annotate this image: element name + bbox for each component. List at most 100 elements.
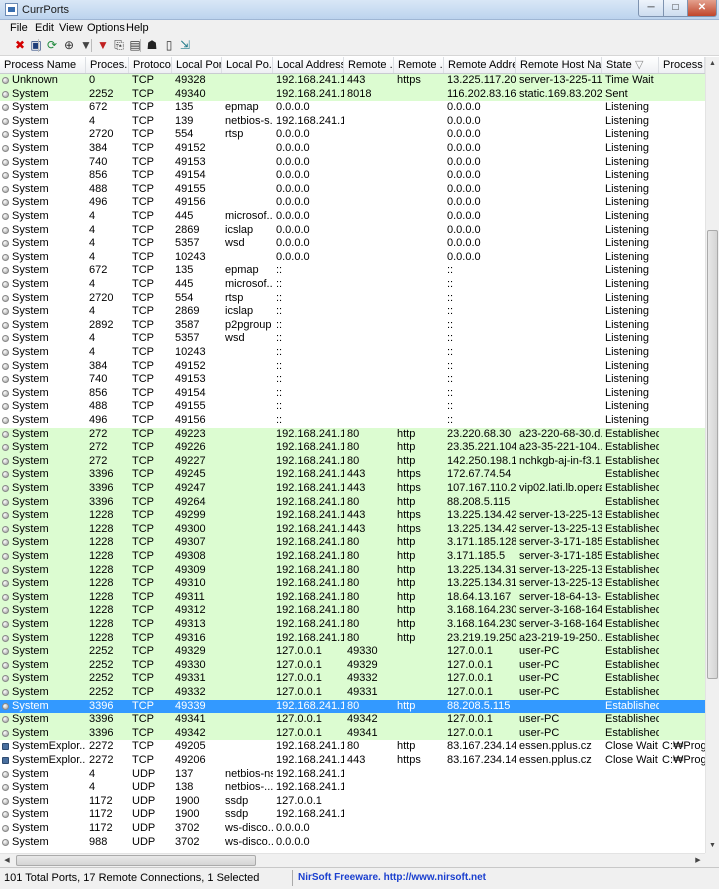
copy-icon[interactable]: ⎘: [112, 38, 126, 52]
save-icon[interactable]: ▣: [29, 38, 43, 52]
table-row[interactable]: System 1172 UDP 3702 ws-disco... 0.0.0.0: [0, 822, 705, 836]
table-row[interactable]: System 856 TCP 49154:::: Listening: [0, 387, 705, 401]
column-header-remote-port-name[interactable]: Remote ...: [394, 57, 444, 73]
table-row[interactable]: System 496 TCP 49156 0.0.0.0 0.0.0.0 Listening: [0, 196, 705, 210]
vertical-scrollbar[interactable]: ▲ ▼: [705, 57, 719, 853]
table-row[interactable]: System 3396 TCP 49245 192.168.241.1...443 htt…: [0, 468, 705, 482]
table-row[interactable]: System 1228 TCP 49308 192.168.241.1...80 http…: [0, 550, 705, 564]
menu-view[interactable]: View: [59, 22, 83, 34]
cell-process-id: 856: [89, 169, 108, 182]
table-row[interactable]: System 488 TCP 49155:::: Listening: [0, 400, 705, 414]
refresh-icon[interactable]: ⟳: [45, 38, 59, 52]
table-row[interactable]: System 4 TCP 445 microsof...:::: Listening: [0, 278, 705, 292]
menu-file[interactable]: File: [10, 22, 28, 34]
table-row[interactable]: System 2252 TCP 49331 127.0.0.1 49332 127.0.0.…: [0, 672, 705, 686]
horizontal-scroll-thumb[interactable]: [16, 855, 256, 866]
table-row[interactable]: SystemExplor... 2272 TCP 49205 192.168.241.1…: [0, 740, 705, 754]
column-header-remote-port[interactable]: Remote ...: [344, 57, 394, 73]
table-row[interactable]: System 4 UDP 138 netbios-...192.168.241.1...: [0, 781, 705, 795]
cell-process-name: System: [12, 291, 49, 304]
minimize-button[interactable]: ─: [638, 0, 664, 17]
table-row[interactable]: System 1228 TCP 49309 192.168.241.1...80 http…: [0, 563, 705, 578]
menu-edit[interactable]: Edit: [35, 22, 54, 34]
table-row[interactable]: System 3396 TCP 49264 192.168.241.1...80 http…: [0, 495, 705, 510]
close-button[interactable]: ✕: [687, 0, 717, 17]
table-row[interactable]: System 2892 TCP 3587 p2pgroup:::: Listening: [0, 319, 705, 333]
column-header-process-id[interactable]: Proces...: [86, 57, 129, 73]
ports-list[interactable]: Process Name Proces... Protocol Local Po…: [0, 57, 705, 853]
scroll-up-icon[interactable]: ▲: [706, 57, 719, 71]
table-row[interactable]: System 4 TCP 5357 wsd 0.0.0.0 0.0.0.0 Listening: [0, 237, 705, 251]
column-header-protocol[interactable]: Protocol: [129, 57, 172, 73]
table-row[interactable]: System 4 TCP 139 netbios-s...192.168.241.1..…: [0, 115, 705, 129]
column-header-state[interactable]: State ▽: [602, 57, 659, 73]
table-row[interactable]: System 2252 TCP 49330 127.0.0.1 49329 127.0.0.…: [0, 658, 705, 673]
table-row[interactable]: System 740 TCP 49153 0.0.0.0 0.0.0.0 Listening: [0, 156, 705, 170]
column-header-remote-address[interactable]: Remote Address: [444, 57, 516, 73]
cell-remote-host: user-PC: [519, 713, 560, 726]
table-row[interactable]: System 1228 TCP 49300 192.168.241.1...443 htt…: [0, 522, 705, 537]
table-row[interactable]: System 1228 TCP 49307 192.168.241.1...80 http…: [0, 536, 705, 550]
table-row[interactable]: System 988 UDP 3702 ws-disco... 0.0.0.0: [0, 836, 705, 850]
table-row[interactable]: System 1172 UDP 1900 ssdp 127.0.0.1: [0, 795, 705, 809]
maximize-button[interactable]: □: [663, 0, 688, 17]
table-row[interactable]: System 1228 TCP 49312 192.168.241.1...80 http…: [0, 604, 705, 618]
table-row[interactable]: System 3396 TCP 49342 127.0.0.1 49341 127.0.0.…: [0, 726, 705, 741]
table-row[interactable]: System 4 TCP 10243 0.0.0.0 0.0.0.0 Listening: [0, 251, 705, 265]
find-icon[interactable]: ☗: [145, 38, 159, 52]
table-row[interactable]: System 2720 TCP 554 rtsp:::: Listening: [0, 292, 705, 306]
column-header-local-port[interactable]: Local Port: [172, 57, 222, 73]
report-icon[interactable]: ▯: [162, 38, 176, 52]
column-header-process-name[interactable]: Process Name: [0, 57, 86, 73]
table-row[interactable]: System 2252 TCP 49332 127.0.0.1 49331 127.0.0.…: [0, 686, 705, 700]
table-row[interactable]: System 272 TCP 49223 192.168.241.1...80 http 2…: [0, 427, 705, 442]
column-header-remote-host[interactable]: Remote Host Name: [516, 57, 602, 73]
table-row[interactable]: System 4 TCP 5357 wsd:::: Listening: [0, 332, 705, 346]
column-header-local-address[interactable]: Local Address: [273, 57, 344, 73]
properties-icon[interactable]: ⊕: [62, 38, 76, 52]
scroll-left-icon[interactable]: ◀: [0, 854, 14, 867]
table-row[interactable]: Unknown 0 TCP 49328 192.168.241.1...443 https…: [0, 74, 705, 88]
table-row[interactable]: System 272 TCP 49227 192.168.241.1...80 http 1…: [0, 454, 705, 469]
table-row[interactable]: System 2720 TCP 554 rtsp 0.0.0.0 0.0.0.0 Listen…: [0, 128, 705, 142]
menu-options[interactable]: Options: [87, 22, 125, 34]
table-row[interactable]: System 1228 TCP 49299 192.168.241.1...443 htt…: [0, 509, 705, 523]
table-row[interactable]: System 856 TCP 49154 0.0.0.0 0.0.0.0 Listening: [0, 169, 705, 183]
table-row[interactable]: System 740 TCP 49153:::: Listening: [0, 373, 705, 387]
table-row[interactable]: System 4 TCP 10243:::: Listening: [0, 346, 705, 360]
filter-off-icon[interactable]: ▼: [96, 38, 110, 52]
table-row[interactable]: System 384 TCP 49152:::: Listening: [0, 360, 705, 374]
nirsoft-link[interactable]: NirSoft Freeware. http://www.nirsoft.net: [298, 872, 486, 883]
table-row[interactable]: System 1228 TCP 49316 192.168.241.1...80 http…: [0, 631, 705, 646]
table-row[interactable]: System 4 UDP 137 netbios-ns192.168.241.1...: [0, 768, 705, 782]
table-row[interactable]: System 1228 TCP 49313 192.168.241.1...80 http…: [0, 618, 705, 632]
scroll-down-icon[interactable]: ▼: [706, 839, 719, 853]
table-row-selected[interactable]: System 3396 TCP 49339 192.168.241.1...80 http…: [0, 699, 705, 714]
column-header-process-path[interactable]: Process P: [659, 57, 705, 73]
table-row[interactable]: System 4 TCP 445 microsof... 0.0.0.0 0.0.0.0 Li…: [0, 210, 705, 224]
table-row[interactable]: System 272 TCP 49226 192.168.241.1...80 http 2…: [0, 441, 705, 455]
exit-icon[interactable]: ⇲: [178, 38, 192, 52]
table-row[interactable]: System 672 TCP 135 epmap 0.0.0.0 0.0.0.0 Listen…: [0, 101, 705, 115]
scroll-right-icon[interactable]: ▶: [691, 854, 705, 867]
table-row[interactable]: System 496 TCP 49156:::: Listening: [0, 414, 705, 428]
table-row[interactable]: System 2252 TCP 49329 127.0.0.1 49330 127.0.0.…: [0, 645, 705, 659]
table-row[interactable]: System 3396 TCP 49247 192.168.241.1...443 htt…: [0, 482, 705, 496]
table-row[interactable]: System 1228 TCP 49311 192.168.241.1...80 http…: [0, 590, 705, 605]
table-row[interactable]: System 4 TCP 2869 icslap:::: Listening: [0, 305, 705, 319]
table-row[interactable]: System 3396 TCP 49341 127.0.0.1 49342 127.0.0.…: [0, 713, 705, 727]
delete-icon[interactable]: ✖: [13, 38, 27, 52]
horizontal-scrollbar[interactable]: ◀ ▶: [0, 853, 705, 867]
table-row[interactable]: System 2252 TCP 49340 192.168.241.1...8018 11…: [0, 87, 705, 102]
vertical-scroll-thumb[interactable]: [707, 230, 718, 679]
column-header-local-port-name[interactable]: Local Po...: [222, 57, 273, 73]
cell-state: Established: [605, 482, 659, 494]
menu-help[interactable]: Help: [126, 22, 149, 34]
table-row[interactable]: System 1172 UDP 1900 ssdp 192.168.241.1...: [0, 808, 705, 822]
table-row[interactable]: System 4 TCP 2869 icslap 0.0.0.0 0.0.0.0 Listen…: [0, 224, 705, 238]
table-row[interactable]: System 672 TCP 135 epmap:::: Listening: [0, 264, 705, 278]
table-row[interactable]: SystemExplor... 2272 TCP 49206 192.168.241.1…: [0, 754, 705, 768]
table-row[interactable]: System 1228 TCP 49310 192.168.241.1...80 http…: [0, 577, 705, 591]
table-row[interactable]: System 488 TCP 49155 0.0.0.0 0.0.0.0 Listening: [0, 183, 705, 197]
table-row[interactable]: System 384 TCP 49152 0.0.0.0 0.0.0.0 Listening: [0, 142, 705, 156]
